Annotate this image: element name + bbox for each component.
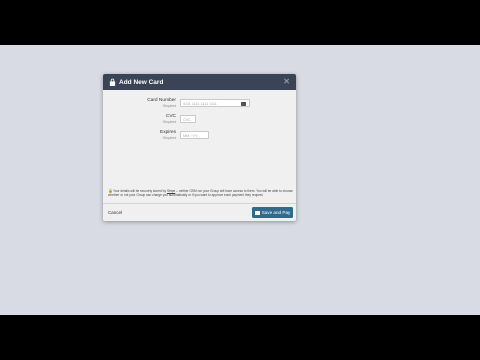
security-notice: 🔒Your details will be securely stored by… xyxy=(108,189,294,198)
cvc-sublabel: Required xyxy=(163,120,176,124)
cvc-label-group: CVC Required xyxy=(163,114,176,124)
card-number-label-group: Card Number Required xyxy=(147,98,176,108)
letterbox-top xyxy=(0,0,480,45)
lock-icon xyxy=(109,78,116,86)
expires-placeholder: MM / YY xyxy=(183,134,198,138)
save-and-pay-button[interactable]: Save and Pay xyxy=(252,207,293,218)
save-and-pay-label: Save and Pay xyxy=(261,210,291,215)
close-icon[interactable]: ✕ xyxy=(283,78,290,86)
card-icon xyxy=(254,210,260,215)
card-number-sublabel: Required xyxy=(163,104,176,108)
card-number-placeholder: 4111 1111 1111 1111 xyxy=(183,102,217,106)
cvc-placeholder: CVC xyxy=(183,118,192,122)
cvc-input[interactable]: CVC xyxy=(180,115,196,123)
credit-card-icon xyxy=(241,102,246,106)
dialog-header: Add New Card ✕ xyxy=(103,74,296,90)
cancel-button[interactable]: Cancel xyxy=(108,210,122,215)
cvc-row: CVC Required CVC xyxy=(103,114,296,128)
card-number-row: Card Number Required 4111 1111 1111 1111 xyxy=(103,98,296,112)
card-number-input[interactable]: 4111 1111 1111 1111 xyxy=(180,99,250,107)
add-card-dialog: Add New Card ✕ Card Number Required 4111… xyxy=(103,74,296,221)
dialog-title: Add New Card xyxy=(119,78,164,86)
expires-sublabel: Required xyxy=(163,136,176,140)
expires-input[interactable]: MM / YY xyxy=(180,131,209,139)
footer-divider xyxy=(103,203,296,204)
letterbox-bottom xyxy=(0,315,480,360)
expires-label-group: Expires Required xyxy=(160,130,176,140)
expires-row: Expires Required MM / YY xyxy=(103,130,296,144)
